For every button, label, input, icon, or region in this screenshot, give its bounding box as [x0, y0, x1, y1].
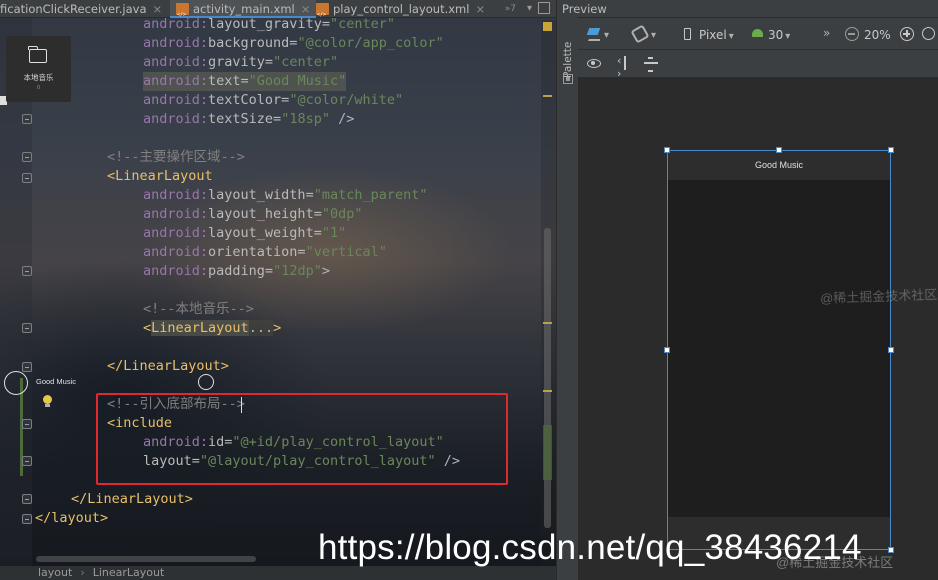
code-comment: <!--本地音乐-->	[143, 301, 254, 317]
scroll-marker[interactable]	[543, 322, 552, 324]
editor-tab-bar: ficationClickReceiver.java × activity_mai…	[0, 0, 556, 24]
play-control-title: Good Music	[36, 377, 77, 386]
play-icon[interactable]	[198, 374, 214, 390]
code-line: android:layout_width="match_parent"	[143, 187, 428, 203]
palette-icon[interactable]	[563, 74, 573, 84]
tab-label: play_control_layout.xml	[333, 2, 470, 16]
fold-icon[interactable]	[22, 514, 32, 524]
tab-overflow-button[interactable]: »7	[505, 0, 516, 18]
code-line: android:gravity="center"	[143, 54, 339, 70]
device-dropdown[interactable]: Pixel	[699, 27, 734, 45]
inspection-status-icon[interactable]	[543, 22, 552, 31]
code-line-folded[interactable]: <LinearLayout...>	[143, 319, 281, 338]
zoom-level: 20%	[864, 28, 891, 42]
app-title-bar: Good Music	[668, 151, 890, 180]
horizontal-scrollbar-thumb[interactable]	[36, 556, 256, 562]
code-line: android:textColor="@color/white"	[143, 92, 404, 108]
preview-title: Preview	[562, 2, 607, 16]
restore-icon[interactable]	[538, 2, 550, 14]
tab-activity-main[interactable]: activity_main.xml ×	[170, 0, 317, 24]
close-icon[interactable]: ×	[153, 2, 163, 16]
code-line: <LinearLayout	[107, 168, 213, 184]
scroll-marker[interactable]	[543, 390, 552, 392]
design-surface-icon[interactable]	[587, 28, 601, 41]
tab-menu-button[interactable]: ▾	[527, 0, 532, 18]
code-line-highlighted: android:text="Good Music"	[143, 72, 347, 91]
code-line: android:layout_height="0dp"	[143, 206, 363, 222]
preview-header	[578, 0, 938, 18]
breadcrumb-separator: ›	[80, 566, 85, 579]
view-options-icon[interactable]	[587, 59, 601, 68]
selection-handle[interactable]	[664, 347, 670, 353]
zoom-to-fit-icon[interactable]	[922, 27, 935, 40]
code-line: android:layout_weight="1"	[143, 225, 347, 241]
tab-label: ficationClickReceiver.java	[0, 2, 147, 16]
close-icon[interactable]: ×	[301, 2, 311, 16]
juejin-watermark: @稀土掘金技术社区	[819, 286, 938, 307]
code-comment: <!--主要操作区域-->	[107, 149, 245, 165]
vertical-guides-icon[interactable]	[644, 56, 658, 72]
phone-preview[interactable]: Good Music	[667, 150, 891, 550]
tab-play-control-layout[interactable]: play_control_layout.xml ×	[316, 0, 485, 24]
code-line: android:background="@color/app_color"	[143, 35, 444, 51]
breadcrumb-item[interactable]: layout	[38, 566, 72, 579]
csdn-watermark: https://blog.csdn.net/qq_38436214	[318, 528, 862, 567]
toolbar-overflow-icon[interactable]: »	[823, 26, 830, 40]
scroll-marker[interactable]	[543, 95, 552, 97]
selection-handle[interactable]	[664, 147, 670, 153]
xml-file-icon	[316, 3, 329, 24]
local-music-card[interactable]	[6, 36, 71, 102]
local-music-label: 本地音乐	[23, 73, 54, 82]
device-icon	[684, 28, 691, 40]
album-cover-icon	[4, 371, 28, 395]
horizontal-guides-icon[interactable]	[617, 54, 632, 80]
design-surface-dropdown[interactable]	[602, 26, 609, 44]
scrollbar-thumb[interactable]	[544, 228, 551, 528]
code-line: android:orientation="vertical"	[143, 244, 387, 260]
folder-icon	[28, 46, 47, 63]
selection-handle[interactable]	[776, 147, 782, 153]
selection-handle[interactable]	[888, 147, 894, 153]
local-music-count: 0	[36, 85, 41, 91]
tab-label: activity_main.xml	[193, 2, 295, 16]
tab-notification-click-receiver[interactable]: ficationClickReceiver.java ×	[0, 0, 162, 18]
code-line: </LinearLayout>	[107, 358, 229, 374]
api-level-dropdown[interactable]: 30	[768, 27, 790, 45]
code-line: android:textSize="18sp" />	[143, 111, 355, 127]
text-caret	[241, 397, 242, 413]
code-line: </layout>	[35, 510, 109, 526]
xml-file-icon	[176, 3, 189, 24]
selection-handle[interactable]	[888, 347, 894, 353]
fold-icon[interactable]	[22, 494, 32, 504]
close-icon[interactable]: ×	[475, 2, 485, 16]
zoom-out-icon[interactable]	[845, 27, 859, 41]
preview-toolbar-secondary	[578, 50, 938, 78]
breadcrumb-item[interactable]: LinearLayout	[93, 566, 165, 579]
android-icon	[752, 29, 763, 37]
code-line: </LinearLayout>	[71, 491, 193, 507]
code-line: android:padding="12dp">	[143, 263, 330, 279]
zoom-in-icon[interactable]	[900, 27, 914, 41]
orientation-dropdown[interactable]	[649, 26, 656, 44]
annotation-highlight-box	[96, 393, 508, 485]
breadcrumb: layout › LinearLayout	[0, 566, 556, 580]
scroll-change-marker	[543, 425, 552, 480]
code-editor[interactable]: android:layout_gravity="center" android:…	[0, 0, 556, 580]
